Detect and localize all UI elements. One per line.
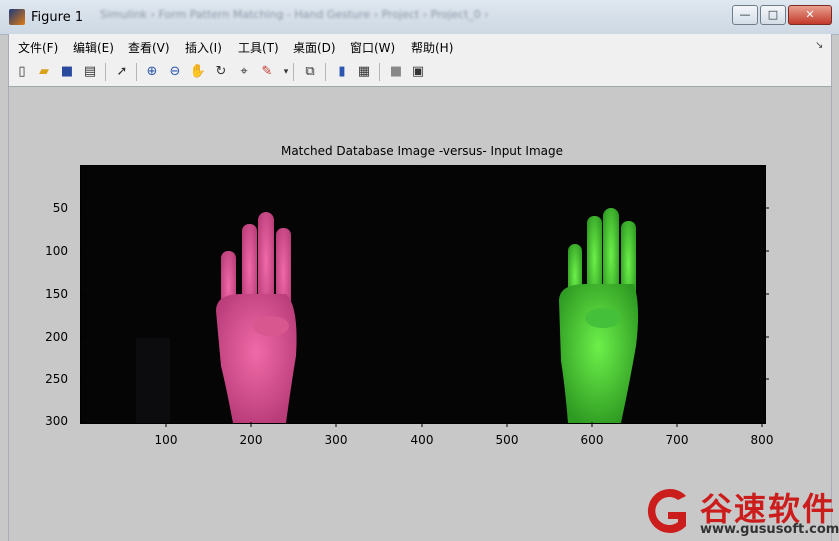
zoom-out-icon[interactable]: ⊖ bbox=[166, 63, 184, 81]
link-icon[interactable]: ⧉ bbox=[301, 63, 319, 81]
toolbar-separator bbox=[105, 63, 106, 81]
menu-desktop[interactable]: 桌面(D) bbox=[293, 39, 336, 56]
x-tick-label: 300 bbox=[324, 433, 348, 447]
watermark-url: www.gususoft.com bbox=[700, 522, 839, 537]
y-tick-label: 300 bbox=[45, 414, 68, 428]
rotate-3d-icon[interactable]: ↻ bbox=[212, 63, 230, 81]
zoom-in-icon[interactable]: ⊕ bbox=[143, 63, 161, 81]
legend-icon[interactable]: ▦ bbox=[355, 63, 373, 81]
maximize-button[interactable]: □ bbox=[760, 5, 786, 25]
toolbar-separator bbox=[293, 63, 294, 81]
window-title: Figure 1 bbox=[31, 10, 84, 25]
title-bar: Figure 1 Simulink › Form Pattern Matchin… bbox=[0, 0, 839, 35]
x-tick-label: 100 bbox=[154, 433, 178, 447]
pointer-icon[interactable]: ➚ bbox=[113, 63, 131, 81]
show-plot-tools-icon[interactable]: ▣ bbox=[409, 63, 427, 81]
axes-title: Matched Database Image -versus- Input Im… bbox=[280, 144, 564, 158]
brush-icon[interactable]: ✎ bbox=[258, 63, 276, 81]
figure-toolbar: ▯ ▰ ■ ▤ ➚ ⊕ ⊖ ✋ ↻ ⌖ ✎ ▾ ⧉ ▮ ▦ ■ ▣ bbox=[8, 58, 832, 87]
close-button[interactable]: ✕ bbox=[788, 5, 832, 25]
menu-bar: 文件(F) 编辑(E) 查看(V) 插入(I) 工具(T) 桌面(D) 窗口(W… bbox=[8, 34, 832, 58]
new-figure-icon[interactable]: ▯ bbox=[13, 63, 31, 81]
toolbar-separator bbox=[325, 63, 326, 81]
open-file-icon[interactable]: ▰ bbox=[35, 63, 53, 81]
background-window-path: Simulink › Form Pattern Matching - Hand … bbox=[100, 8, 489, 21]
hide-plot-tools-icon[interactable]: ■ bbox=[387, 63, 405, 81]
minimize-button[interactable]: — bbox=[732, 5, 758, 25]
menu-window[interactable]: 窗口(W) bbox=[350, 39, 395, 56]
menu-tools[interactable]: 工具(T) bbox=[238, 39, 279, 56]
y-tick-label: 100 bbox=[45, 244, 68, 258]
print-icon[interactable]: ▤ bbox=[81, 63, 99, 81]
watermark-logo bbox=[647, 489, 686, 533]
menu-overflow-icon[interactable]: ↘ bbox=[815, 40, 825, 51]
menu-file[interactable]: 文件(F) bbox=[18, 39, 58, 56]
x-tick-label: 600 bbox=[580, 433, 604, 447]
menu-help[interactable]: 帮助(H) bbox=[411, 39, 453, 56]
x-tick-label: 200 bbox=[239, 433, 263, 447]
menu-view[interactable]: 查看(V) bbox=[128, 39, 170, 56]
pan-icon[interactable]: ✋ bbox=[189, 63, 207, 81]
x-tick-label: 500 bbox=[495, 433, 519, 447]
colorbar-icon[interactable]: ▮ bbox=[333, 63, 351, 81]
data-cursor-icon[interactable]: ⌖ bbox=[235, 63, 253, 81]
matlab-icon bbox=[9, 9, 25, 25]
y-tick-label: 200 bbox=[45, 330, 68, 344]
menu-edit[interactable]: 编辑(E) bbox=[73, 39, 114, 56]
x-tick-label: 700 bbox=[665, 433, 689, 447]
toolbar-separator bbox=[379, 63, 380, 81]
x-tick-label: 800 bbox=[750, 433, 774, 447]
axis-ticks bbox=[80, 165, 769, 427]
save-icon[interactable]: ■ bbox=[58, 63, 76, 81]
menu-insert[interactable]: 插入(I) bbox=[185, 39, 222, 56]
y-tick-label: 150 bbox=[45, 287, 68, 301]
x-tick-label: 400 bbox=[410, 433, 434, 447]
toolbar-separator bbox=[136, 63, 137, 81]
y-tick-label: 250 bbox=[45, 372, 68, 386]
y-tick-label: 50 bbox=[52, 201, 68, 215]
